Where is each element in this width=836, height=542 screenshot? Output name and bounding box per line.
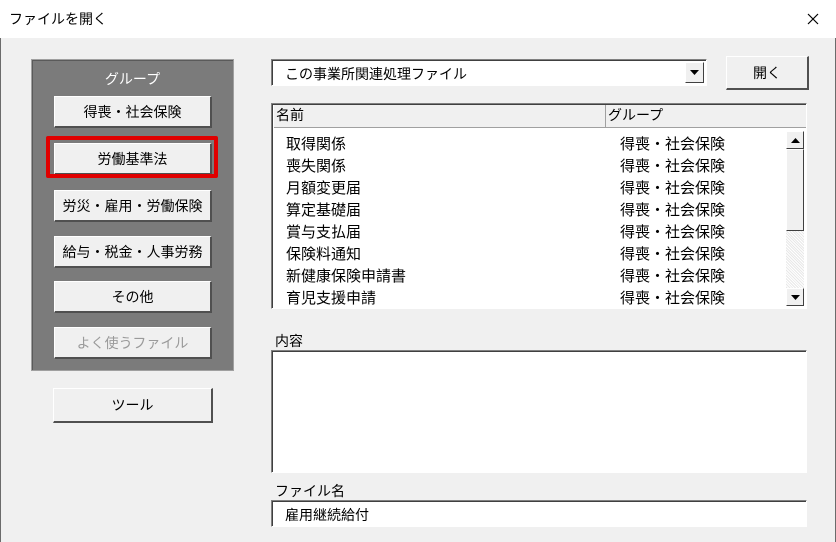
list-item[interactable]: 算定基礎届 得喪・社会保険 (272, 199, 782, 221)
scroll-down-button[interactable] (786, 288, 804, 306)
scroll-up-button[interactable] (786, 131, 804, 149)
group-panel: グループ 得喪・社会保険 労働基準法 労災・雇用・労働保険 給与・税金・人事労務… (31, 59, 234, 371)
group-button-rousai-koyou[interactable]: 労災・雇用・労働保険 (54, 190, 212, 222)
list-item[interactable]: 喪失関係 得喪・社会保険 (272, 155, 782, 177)
file-list[interactable]: 名前 グループ 取得関係 得喪・社会保険 喪失関係 得喪・社会保険 月額変更届 得喪・… (271, 103, 807, 309)
content-label: 内容 (275, 334, 303, 350)
filename-field[interactable]: 雇用継続給付 (271, 500, 807, 527)
item-name: 保険料通知 (286, 245, 362, 263)
item-group: 得喪・社会保険 (620, 201, 726, 219)
group-button-shakai-hoken[interactable]: 得喪・社会保険 (54, 96, 212, 128)
arrow-down-icon (790, 294, 800, 300)
arrow-up-icon (790, 137, 800, 143)
item-name: 喪失関係 (286, 157, 347, 175)
vertical-scrollbar[interactable] (786, 131, 804, 306)
item-group: 得喪・社会保険 (620, 289, 726, 307)
list-rows: 取得関係 得喪・社会保険 喪失関係 得喪・社会保険 月額変更届 得喪・社会保険 算定基… (272, 133, 782, 308)
item-group: 得喪・社会保険 (620, 223, 726, 241)
list-header: 名前 グループ (274, 105, 806, 128)
item-name: 賞与支払届 (286, 223, 362, 241)
file-category-value: この事業所関連処理ファイル (285, 67, 467, 83)
window-title: ファイルを開く (9, 12, 107, 28)
list-item[interactable]: 育児支援申請 得喪・社会保険 (272, 287, 782, 308)
dropdown-button[interactable] (685, 62, 704, 83)
tool-button[interactable]: ツール (53, 388, 213, 423)
item-name: 算定基礎届 (286, 201, 362, 219)
list-item[interactable]: 月額変更届 得喪・社会保険 (272, 177, 782, 199)
item-name: 月額変更届 (286, 179, 362, 197)
list-item[interactable]: 取得関係 得喪・社会保険 (272, 133, 782, 155)
item-group: 得喪・社会保険 (620, 179, 726, 197)
close-button[interactable] (790, 0, 836, 38)
item-group: 得喪・社会保険 (620, 135, 726, 153)
item-group: 得喪・社会保険 (620, 267, 726, 285)
list-item[interactable]: 保険料通知 得喪・社会保険 (272, 243, 782, 265)
chevron-down-icon (690, 70, 699, 75)
item-group: 得喪・社会保険 (620, 157, 726, 175)
list-item[interactable]: 賞与支払届 得喪・社会保険 (272, 221, 782, 243)
group-button-favorites: よく使うファイル (54, 327, 212, 359)
content-textarea[interactable] (271, 350, 807, 473)
group-panel-title: グループ (104, 72, 161, 88)
column-header-name[interactable]: 名前 (276, 105, 606, 127)
group-button-roudou-kijun[interactable]: 労働基準法 (54, 143, 212, 175)
item-name: 育児支援申請 (286, 289, 377, 307)
list-item[interactable]: 新健康保険申請書 得喪・社会保険 (272, 265, 782, 287)
filename-value: 雇用継続給付 (285, 508, 369, 524)
group-button-sonota[interactable]: その他 (54, 281, 212, 313)
filename-label: ファイル名 (275, 484, 345, 500)
column-header-group[interactable]: グループ (608, 105, 806, 127)
item-group: 得喪・社会保険 (620, 245, 726, 263)
open-button[interactable]: 開く (726, 56, 809, 90)
group-button-kyuyo-zeikin[interactable]: 給与・税金・人事労務 (54, 236, 212, 268)
file-category-select[interactable]: この事業所関連処理ファイル (271, 59, 707, 86)
scrollbar-thumb[interactable] (786, 149, 804, 231)
item-name: 取得関係 (286, 135, 347, 153)
title-bar: ファイルを開く (0, 0, 836, 38)
item-name: 新健康保険申請書 (286, 267, 407, 285)
close-icon (807, 13, 819, 25)
